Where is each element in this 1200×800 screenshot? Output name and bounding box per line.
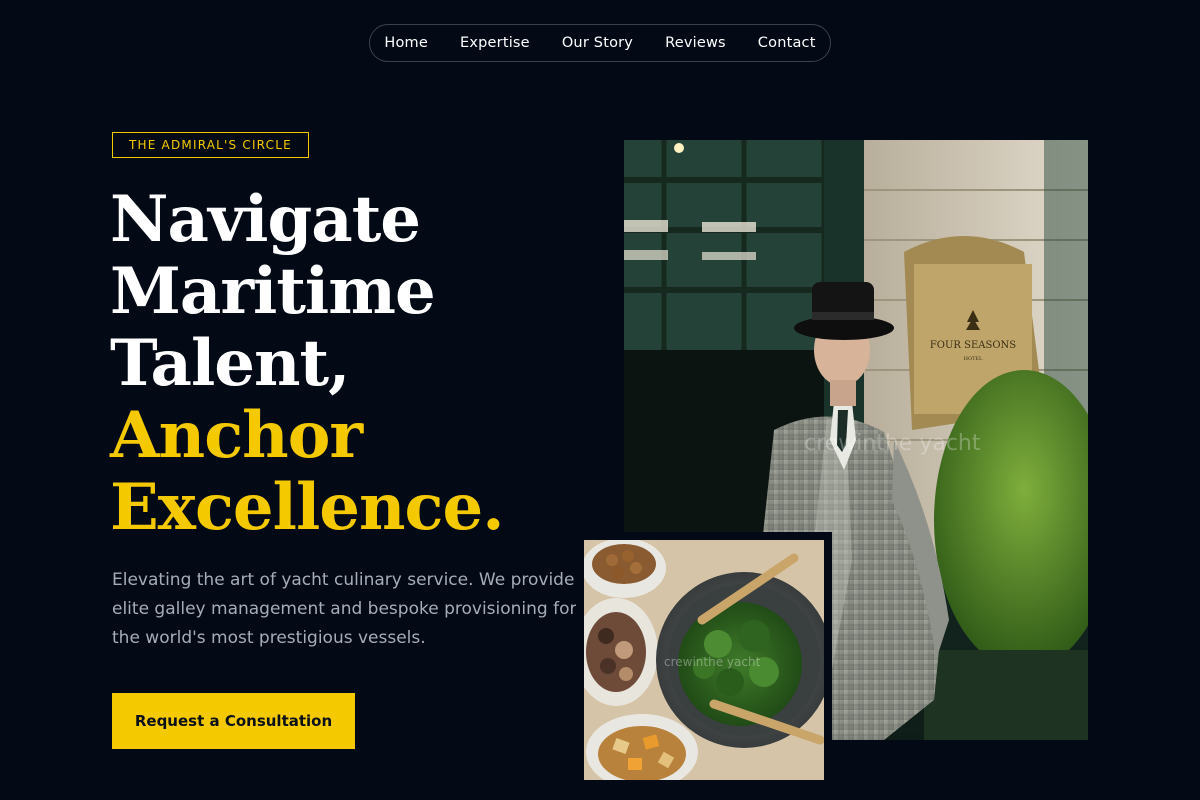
headline-line-accent: Excellence. <box>110 470 504 545</box>
request-consultation-button[interactable]: Request a Consultation <box>112 693 355 749</box>
nav-expertise[interactable]: Expertise <box>460 35 530 51</box>
watermark-text: crewinthe yacht <box>804 431 981 456</box>
page: Home Expertise Our Story Reviews Contact… <box>0 0 1200 800</box>
nav-our-story[interactable]: Our Story <box>562 35 633 51</box>
nav-reviews[interactable]: Reviews <box>665 35 726 51</box>
nav-home[interactable]: Home <box>384 35 428 51</box>
headline-line-accent: Anchor <box>110 398 363 473</box>
headline-line: Navigate <box>110 182 421 257</box>
hero-headline: Navigate Maritime Talent, Anchor Excelle… <box>110 184 590 544</box>
food-photo: crewinthe yacht <box>576 532 832 788</box>
main-nav: Home Expertise Our Story Reviews Contact <box>369 24 831 62</box>
sign-text: FOUR SEASONS <box>930 340 1016 351</box>
sign-subtext: HOTEL <box>964 356 983 362</box>
hero-description: Elevating the art of yacht culinary serv… <box>112 570 577 648</box>
headline-line: Maritime <box>110 254 436 329</box>
nav-contact[interactable]: Contact <box>758 35 816 51</box>
section-badge: THE ADMIRAL'S CIRCLE <box>112 132 309 158</box>
headline-line: Talent, <box>110 326 350 401</box>
galley-ingredients-illustration: crewinthe yacht <box>584 540 824 780</box>
food-watermark: crewinthe yacht <box>664 655 761 669</box>
food-photo-inner: crewinthe yacht <box>584 540 824 780</box>
